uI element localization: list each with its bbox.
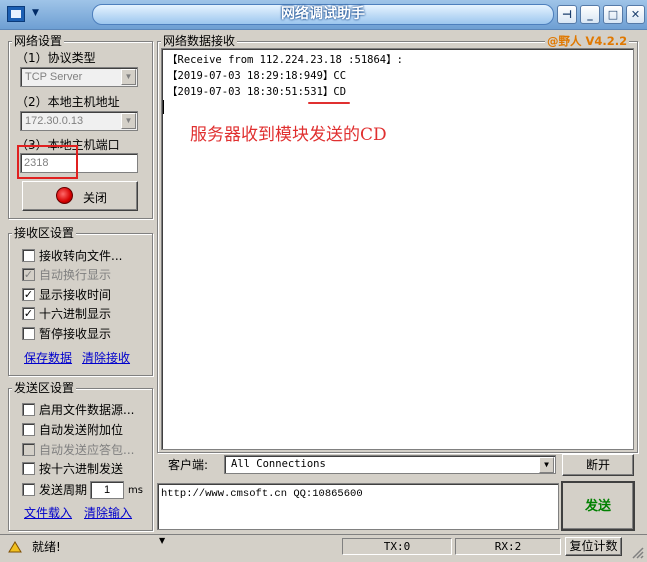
system-menu-arrow-icon[interactable]: ▼ xyxy=(32,8,39,18)
send-period-unit: ms xyxy=(128,485,143,496)
file-data-source-checkbox[interactable] xyxy=(22,403,35,416)
rx-counter: RX:2 xyxy=(455,538,561,555)
close-connection-button[interactable]: 关闭 xyxy=(22,181,138,211)
save-data-link[interactable]: 保存数据 xyxy=(24,351,72,365)
window-title: 网络调试助手 xyxy=(92,4,554,25)
hex-send-checkbox[interactable] xyxy=(22,462,35,475)
port-highlight-box xyxy=(17,145,78,179)
host-address-label: （2）本地主机地址 xyxy=(16,95,120,109)
protocol-select[interactable]: TCP Server ▼ xyxy=(20,67,138,87)
receive-to-file-option[interactable]: 接收转向文件... xyxy=(22,248,152,264)
text-cursor xyxy=(163,100,164,114)
send-period-label: 发送周期 xyxy=(39,483,88,497)
receive-to-file-label: 接收转向文件... xyxy=(39,249,123,263)
receive-settings-label: 接收区设置 xyxy=(12,226,77,240)
hex-display-label: 十六进制显示 xyxy=(39,307,112,321)
network-settings-label: 网络设置 xyxy=(12,34,65,48)
auto-reply-label: 自动发送应答包... xyxy=(39,443,135,457)
client-label: 客户端: xyxy=(168,458,209,472)
receive-line: 【2019-07-03 18:29:18:949】CC xyxy=(167,70,347,82)
pin-button[interactable]: ⊣ xyxy=(557,5,577,24)
hex-display-checkbox[interactable]: ✓ xyxy=(22,307,35,320)
receive-line: 【Receive from 112.224.23.18 :51864】: xyxy=(167,54,403,66)
status-arrow-icon: ▼ xyxy=(159,536,166,545)
app-icon[interactable] xyxy=(7,6,25,22)
status-text: 就绪! xyxy=(32,540,61,554)
auto-wrap-option: ✓ 自动换行显示 xyxy=(22,267,152,283)
disconnect-button[interactable]: 断开 xyxy=(562,454,634,476)
clear-input-link[interactable]: 清除输入 xyxy=(84,506,132,520)
receive-textarea[interactable]: 【Receive from 112.224.23.18 :51864】: 【20… xyxy=(161,48,634,450)
maximize-icon: □ xyxy=(607,8,619,21)
protocol-label: （1）协议类型 xyxy=(16,51,96,65)
resize-grip-icon[interactable] xyxy=(630,545,644,559)
close-icon: ✕ xyxy=(630,8,641,21)
auto-reply-checkbox xyxy=(22,443,35,456)
client-select-value: All Connections xyxy=(231,458,326,470)
client-select[interactable]: All Connections ▼ xyxy=(224,455,556,474)
auto-reply-option: 自动发送应答包... xyxy=(22,442,152,458)
chevron-down-icon[interactable]: ▼ xyxy=(539,457,554,473)
send-button[interactable]: 发送 xyxy=(561,481,635,531)
show-receive-time-option[interactable]: ✓ 显示接收时间 xyxy=(22,287,152,303)
send-text: http://www.cmsoft.cn QQ:10865600 xyxy=(161,488,363,500)
file-data-source-label: 启用文件数据源... xyxy=(39,403,135,417)
load-file-link[interactable]: 文件载入 xyxy=(24,506,72,520)
send-settings-label: 发送区设置 xyxy=(12,381,77,395)
hex-display-option[interactable]: ✓ 十六进制显示 xyxy=(22,306,152,322)
host-address-value: 172.30.0.13 xyxy=(25,115,84,127)
host-address-select[interactable]: 172.30.0.13 ▼ xyxy=(20,111,138,131)
status-bar: 就绪! ▼ TX:0 RX:2 复位计数 xyxy=(0,534,647,561)
pause-receive-checkbox[interactable] xyxy=(22,327,35,340)
auto-wrap-checkbox: ✓ xyxy=(22,268,35,281)
pin-icon: ⊣ xyxy=(561,8,573,21)
pause-receive-option[interactable]: 暂停接收显示 xyxy=(22,326,152,342)
brand-version: @野人 V4.2.2 xyxy=(545,34,630,48)
append-bits-checkbox[interactable] xyxy=(22,423,35,436)
send-period-input[interactable]: 1 xyxy=(90,481,124,499)
send-textarea[interactable]: http://www.cmsoft.cn QQ:10865600 xyxy=(157,483,559,530)
minimize-icon: _ xyxy=(587,8,593,21)
send-period-option[interactable]: 发送周期 1 ms xyxy=(22,481,152,499)
receive-area-label: 网络数据接收 xyxy=(161,34,238,48)
append-bits-option[interactable]: 自动发送附加位 xyxy=(22,422,152,438)
chevron-down-icon[interactable]: ▼ xyxy=(121,69,136,85)
show-receive-time-checkbox[interactable]: ✓ xyxy=(22,288,35,301)
close-connection-label: 关闭 xyxy=(83,191,108,205)
clear-receive-link[interactable]: 清除接收 xyxy=(82,351,130,365)
tx-counter: TX:0 xyxy=(342,538,452,555)
protocol-select-value: TCP Server xyxy=(25,71,83,83)
show-receive-time-label: 显示接收时间 xyxy=(39,288,112,302)
annotation-text: 服务器收到模块发送的CD xyxy=(190,125,387,145)
chevron-down-icon[interactable]: ▼ xyxy=(121,113,136,129)
hex-send-label: 按十六进制发送 xyxy=(39,462,124,476)
hex-send-option[interactable]: 按十六进制发送 xyxy=(22,461,152,477)
send-period-checkbox[interactable] xyxy=(22,483,35,496)
close-window-button[interactable]: ✕ xyxy=(626,5,645,24)
receive-line: 【2019-07-03 18:30:51:531】CD xyxy=(167,86,347,98)
receive-to-file-checkbox[interactable] xyxy=(22,249,35,262)
file-data-source-option[interactable]: 启用文件数据源... xyxy=(22,402,152,418)
status-icon xyxy=(8,541,22,553)
minimize-button[interactable]: _ xyxy=(580,5,600,24)
maximize-button[interactable]: □ xyxy=(603,5,623,24)
auto-wrap-label: 自动换行显示 xyxy=(39,268,112,282)
title-bar[interactable]: ▼ 网络调试助手 ⊣ _ □ ✕ xyxy=(0,0,647,30)
append-bits-label: 自动发送附加位 xyxy=(39,423,124,437)
red-underline-mark xyxy=(308,102,350,104)
pause-receive-label: 暂停接收显示 xyxy=(39,327,112,341)
red-led-icon xyxy=(56,187,73,204)
reset-count-button[interactable]: 复位计数 xyxy=(565,537,622,556)
